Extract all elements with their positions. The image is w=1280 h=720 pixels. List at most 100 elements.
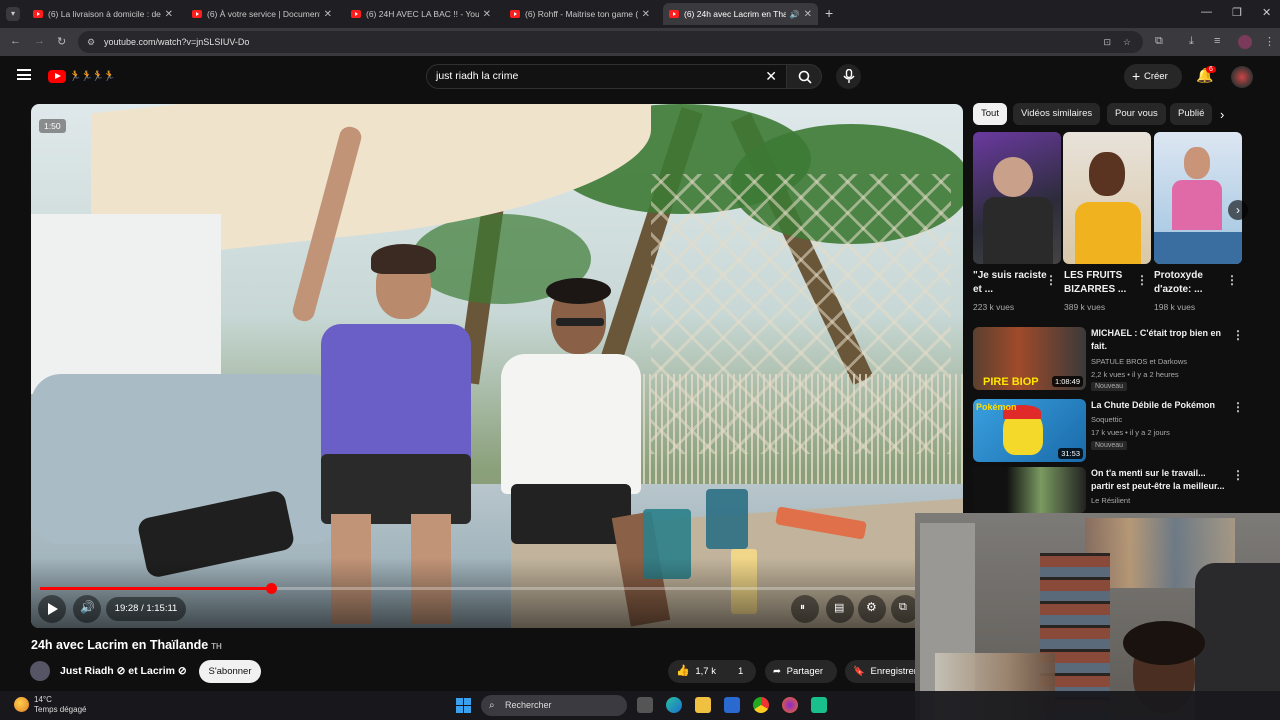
pause-icon: ⏸: [800, 602, 805, 613]
more-options-icon[interactable]: ⋮: [1136, 273, 1148, 287]
bookmark-star-icon[interactable]: ☆: [1123, 31, 1131, 53]
close-tab-icon[interactable]: ✕: [165, 9, 173, 20]
thumbnail-caption: Pokémon: [976, 402, 1017, 412]
tab-search-dropdown-icon[interactable]: ▾: [6, 7, 20, 21]
browser-tab[interactable]: (6) 24H AVEC LA BAC !! - YouTu ✕: [345, 3, 497, 25]
more-options-icon[interactable]: ⋮: [1226, 273, 1238, 287]
channel-name[interactable]: Just Riadh ⊘ et Lacrim ⊘: [60, 665, 187, 677]
maximize-window-icon[interactable]: ❐: [1232, 6, 1242, 19]
related-video-title[interactable]: La Chute Débile de Pokémon: [1091, 399, 1231, 412]
chrome-icon[interactable]: [753, 697, 769, 713]
share-button[interactable]: ➦ Partager: [765, 660, 837, 683]
address-bar[interactable]: ⚙ youtube.com/watch?v=jnSLSIUV-Do ⊡ ☆: [78, 31, 1143, 53]
progress-bar[interactable]: [40, 583, 930, 594]
related-video-title[interactable]: On t'a menti sur le travail... partir es…: [1091, 467, 1231, 493]
dislike-button[interactable]: 1: [728, 660, 753, 683]
youtube-favicon-icon: [351, 10, 361, 18]
edge-icon[interactable]: [666, 697, 682, 713]
more-options-icon[interactable]: ⋮: [1232, 328, 1244, 342]
white-building: [31, 214, 221, 394]
site-info-icon[interactable]: ⚙: [87, 31, 95, 53]
autoplay-toggle[interactable]: ⏸: [791, 595, 819, 623]
subscribe-button[interactable]: S'abonner: [199, 660, 261, 683]
extensions-icon[interactable]: ⧉: [1155, 35, 1163, 48]
minimize-window-icon[interactable]: —: [1201, 6, 1212, 18]
forward-icon[interactable]: →: [34, 35, 45, 47]
browser-tab-active[interactable]: (6) 24h avec Lacrim en Thaï 🔊 ✕: [663, 3, 818, 25]
related-video-thumbnail[interactable]: PIRE BIOP 1:08:49: [973, 327, 1086, 390]
firefox-icon[interactable]: [782, 697, 798, 713]
doodle-figures: 🏃🏃🏃🏃: [69, 71, 116, 82]
related-video-thumbnail[interactable]: Pokémon 31:53: [973, 399, 1086, 462]
youtube-favicon-icon: [669, 10, 679, 18]
youtube-favicon-icon: [510, 10, 520, 18]
downloads-icon[interactable]: ⤓: [1189, 35, 1194, 48]
more-options-icon[interactable]: ⋮: [1232, 400, 1244, 414]
related-video-channel[interactable]: SPATULE BROS et Darkows: [1091, 357, 1187, 366]
hamburger-menu-icon[interactable]: [17, 69, 31, 80]
install-app-icon[interactable]: ⊡: [1103, 31, 1111, 53]
related-video-channel[interactable]: Soquettic: [1091, 415, 1122, 424]
chip-for-you[interactable]: Pour vous: [1107, 103, 1166, 125]
new-tab-button[interactable]: +: [825, 5, 833, 21]
related-video-thumbnail[interactable]: [973, 467, 1086, 513]
weather-widget[interactable]: 14°C Temps dégagé: [34, 695, 86, 715]
short-thumbnail[interactable]: [1154, 132, 1242, 264]
close-window-icon[interactable]: ✕: [1262, 6, 1271, 19]
more-options-icon[interactable]: ⋮: [1232, 468, 1244, 482]
browser-tab[interactable]: (6) La livraison à domicile : de l ✕: [27, 3, 179, 25]
volume-button[interactable]: 🔊: [73, 595, 101, 623]
short-title[interactable]: LES FRUITS BIZARRES ...: [1064, 269, 1140, 297]
clear-search-icon[interactable]: ✕: [765, 65, 777, 88]
weather-icon[interactable]: [14, 697, 29, 712]
thumbs-up-icon: 👍: [676, 665, 690, 677]
profile-avatar[interactable]: [1238, 35, 1252, 49]
related-video-title[interactable]: MICHAEL : C'était trop bien en fait.: [1091, 327, 1231, 353]
back-icon[interactable]: ←: [10, 35, 21, 47]
chip-similar[interactable]: Vidéos similaires: [1013, 103, 1101, 125]
reload-icon[interactable]: ↻: [57, 35, 66, 48]
browser-menu-icon[interactable]: ⋮: [1264, 35, 1275, 48]
close-tab-icon[interactable]: ✕: [804, 9, 812, 20]
scrubber-handle[interactable]: [265, 583, 277, 594]
video-player[interactable]: 1:50 🔊 19:28 / 1:15:11 ⏸ ▤ ⚙ ⧉: [31, 104, 963, 628]
short-title[interactable]: Protoxyde d'azote: ...: [1154, 269, 1230, 297]
create-button[interactable]: + Créer: [1124, 64, 1182, 89]
close-tab-icon[interactable]: ✕: [324, 9, 332, 20]
close-tab-icon[interactable]: ✕: [642, 9, 650, 20]
related-video-meta: 17 k vues • il y a 2 jours: [1091, 428, 1170, 437]
play-button[interactable]: [38, 595, 66, 623]
short-thumbnail[interactable]: [973, 132, 1061, 264]
like-button[interactable]: 👍 1,7 k: [676, 660, 721, 683]
chip-published[interactable]: Publié: [1170, 103, 1212, 125]
voice-search-button[interactable]: [836, 64, 861, 89]
more-options-icon[interactable]: ⋮: [1045, 273, 1057, 287]
chips-next-icon[interactable]: ›: [1220, 107, 1224, 122]
search-button[interactable]: [786, 64, 822, 89]
browser-tab[interactable]: (6) Rohff - Maitrise ton game (✕: [504, 3, 656, 25]
browser-tab[interactable]: (6) À votre service | Documenta ✕: [186, 3, 338, 25]
youtube-logo[interactable]: 🏃🏃🏃🏃: [48, 69, 118, 85]
reading-list-icon[interactable]: ≡: [1214, 35, 1220, 47]
streamer-hair: [1123, 621, 1205, 665]
close-tab-icon[interactable]: ✕: [483, 9, 491, 20]
chip-all[interactable]: Tout: [973, 103, 1007, 125]
shorts-next-icon[interactable]: ›: [1228, 200, 1248, 220]
volume-icon: 🔊: [80, 600, 95, 614]
youtube-favicon-icon: [192, 10, 202, 18]
start-menu-icon[interactable]: [456, 698, 471, 713]
file-explorer-icon[interactable]: [695, 697, 711, 713]
new-badge: Nouveau: [1091, 441, 1128, 450]
account-avatar[interactable]: [1231, 66, 1253, 88]
app-icon[interactable]: [811, 697, 827, 713]
store-icon[interactable]: [724, 697, 740, 713]
search-input[interactable]: just riadh la crime ✕: [426, 64, 788, 89]
short-thumbnail[interactable]: [1063, 132, 1151, 264]
short-title[interactable]: "Je suis raciste et ...: [973, 269, 1049, 297]
taskbar-search[interactable]: ⌕ Rechercher: [481, 695, 627, 716]
task-view-icon[interactable]: [637, 697, 653, 713]
settings-button[interactable]: ⚙: [858, 595, 886, 623]
subtitles-button[interactable]: ▤: [826, 595, 854, 623]
channel-avatar[interactable]: [30, 661, 50, 681]
related-video-channel[interactable]: Le Résilient: [1091, 496, 1130, 505]
